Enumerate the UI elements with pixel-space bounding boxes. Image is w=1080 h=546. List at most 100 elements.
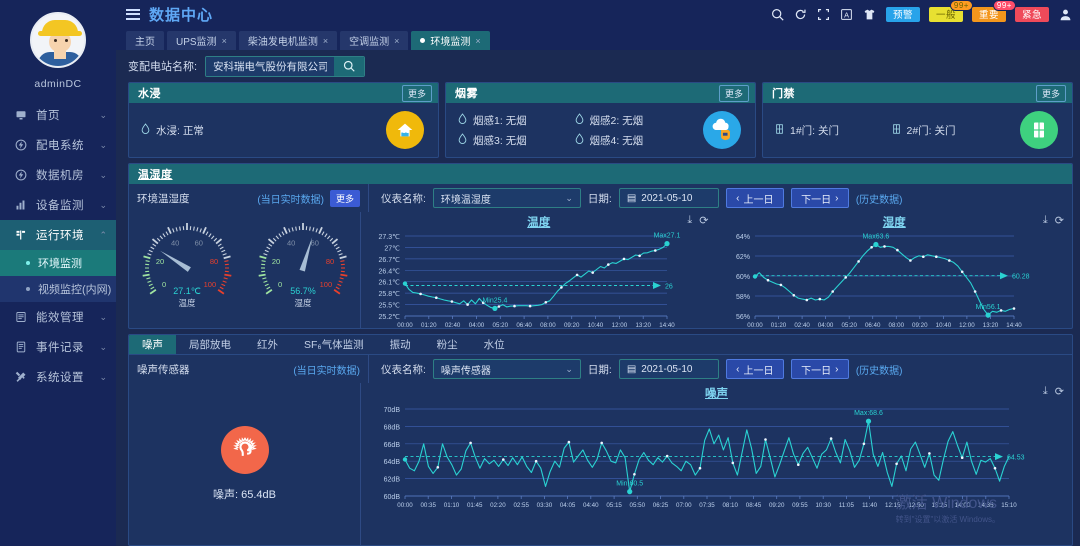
svg-text:Min56.1: Min56.1 [975, 304, 1000, 311]
panel-controls: 环境温湿度 (当日实时数据) 更多 仪表名称: 环境温湿度⌄ 日期: ▤ 202… [129, 184, 1072, 212]
refresh-icon[interactable]: ⟳ [1055, 214, 1064, 227]
drop-icon [575, 113, 584, 127]
th-charts: 温度 ⤓ ⟳ 25.2℃25.5℃25.8℃26.1℃26.4℃26.7℃27℃… [361, 212, 1072, 328]
meter-select[interactable]: 环境温湿度⌄ [433, 188, 581, 208]
download-icon[interactable]: ⤓ [1043, 214, 1048, 227]
download-icon[interactable]: ⤓ [1043, 385, 1048, 398]
download-icon[interactable]: ⤓ [687, 214, 692, 227]
badge-normal[interactable]: 一般99+ [929, 7, 963, 22]
sidebar-item-1[interactable]: 配电系统⌄ [0, 130, 116, 160]
svg-text:04:05: 04:05 [560, 502, 576, 509]
language-icon[interactable]: A [840, 7, 854, 21]
sensor-tab-5[interactable]: 粉尘 [424, 335, 471, 354]
close-icon[interactable]: × [475, 36, 480, 46]
sensor-tab-3[interactable]: SF₆气体监测 [291, 335, 377, 354]
tab-4[interactable]: 环境监测× [411, 31, 489, 50]
search-button[interactable] [334, 57, 364, 76]
sidebar-subitem-0[interactable]: 环境监测 [0, 250, 116, 276]
meter-select[interactable]: 噪声传感器⌄ [433, 359, 581, 379]
user-icon[interactable] [1058, 7, 1072, 21]
prev-day-button[interactable]: ‹ 上一日 [726, 188, 784, 208]
badge-warning[interactable]: 预警 [886, 7, 920, 22]
svg-text:64dB: 64dB [384, 459, 401, 466]
sensor-tab-4[interactable]: 振动 [377, 335, 424, 354]
svg-text:01:10: 01:10 [444, 502, 460, 509]
sidebar-item-0[interactable]: 首页⌄ [0, 100, 116, 130]
tab-3[interactable]: 空调监测× [340, 31, 408, 50]
refresh-icon[interactable] [794, 7, 808, 21]
topbar-actions: A 预警 一般99+ 重要99+ 紧急 [771, 7, 1072, 22]
sensor-tab-2[interactable]: 红外 [244, 335, 291, 354]
date-picker[interactable]: ▤ 2021-05-10 [619, 188, 719, 208]
sidebar-item-label: 数据机房 [30, 167, 99, 183]
card-item-label: 烟感2: 无烟 [590, 113, 644, 128]
svg-text:20: 20 [155, 257, 163, 266]
svg-text:Max:68.6: Max:68.6 [854, 410, 883, 417]
shirt-icon[interactable] [863, 7, 877, 21]
home-icon [12, 109, 30, 121]
search-label: 变配电站名称: [128, 58, 197, 74]
tab-label: 柴油发电机监测 [248, 33, 318, 48]
prev-day-label: 上一日 [744, 191, 774, 206]
close-icon[interactable]: × [323, 36, 328, 46]
more-button[interactable]: 更多 [719, 85, 749, 102]
prev-day-button[interactable]: ‹ 上一日 [726, 359, 784, 379]
sidebar-item-5[interactable]: 能效管理⌄ [0, 302, 116, 332]
more-button[interactable]: 更多 [1036, 85, 1066, 102]
svg-text:09:55: 09:55 [792, 502, 808, 509]
search-input[interactable] [206, 57, 334, 76]
svg-text:05:20: 05:20 [841, 322, 857, 329]
tab-0[interactable]: 主页 [126, 31, 164, 50]
chevron-icon: ⌄ [99, 170, 107, 181]
svg-text:00:00: 00:00 [397, 502, 413, 509]
sidebar-item-7[interactable]: 系统设置⌄ [0, 362, 116, 392]
refresh-icon[interactable]: ⟳ [699, 214, 708, 227]
close-icon[interactable]: × [394, 36, 399, 46]
log-icon [12, 341, 30, 353]
tab-1[interactable]: UPS监测 × [167, 31, 236, 50]
badge-urgent[interactable]: 紧急 [1015, 7, 1049, 22]
fullscreen-icon[interactable] [817, 7, 831, 21]
svg-text:64%: 64% [735, 234, 749, 241]
sidebar-item-4[interactable]: 运行环境⌃ [0, 220, 116, 250]
svg-text:27.1℃: 27.1℃ [173, 286, 201, 296]
date-picker[interactable]: ▤ 2021-05-10 [619, 359, 719, 379]
sidebar-item-2[interactable]: 数据机房⌄ [0, 160, 116, 190]
sidebar-subitem-1[interactable]: 视频监控(内网) [0, 276, 116, 302]
svg-text:25.2℃: 25.2℃ [379, 314, 401, 321]
hamburger-icon[interactable] [126, 6, 140, 22]
history-link[interactable]: (历史数据) [856, 362, 903, 377]
realtime-label[interactable]: (当日实时数据) [293, 362, 360, 377]
history-link[interactable]: (历史数据) [856, 191, 903, 206]
sidebar-subitem-label: 视频监控(内网) [38, 281, 111, 297]
settings-icon [12, 371, 30, 383]
search-icon[interactable] [771, 7, 785, 21]
svg-text:25.8℃: 25.8℃ [379, 291, 401, 298]
more-button[interactable]: 更多 [402, 85, 432, 102]
svg-text:25.5℃: 25.5℃ [379, 303, 401, 310]
sensor-tab-6[interactable]: 水位 [471, 335, 518, 354]
bullet-icon [26, 261, 30, 265]
svg-text:80: 80 [325, 257, 333, 266]
svg-text:02:55: 02:55 [513, 502, 529, 509]
sidebar-item-3[interactable]: 设备监测⌄ [0, 190, 116, 220]
tab-label: UPS监测 [176, 33, 217, 48]
svg-text:100: 100 [203, 280, 216, 289]
chevron-icon: ⌃ [99, 230, 107, 241]
panel-title: 温湿度 [138, 166, 173, 182]
tab-2[interactable]: 柴油发电机监测 × [239, 31, 337, 50]
chevron-icon: ⌄ [99, 342, 107, 353]
badge-important[interactable]: 重要99+ [972, 7, 1006, 22]
sidebar-item-6[interactable]: 事件记录⌄ [0, 332, 116, 362]
sensor-tab-1[interactable]: 局部放电 [176, 335, 244, 354]
close-icon[interactable]: × [222, 36, 227, 46]
card-item-label: 烟感4: 无烟 [590, 133, 644, 148]
date-label: 日期: [588, 191, 612, 206]
next-day-button[interactable]: 下一日 › [791, 359, 849, 379]
realtime-label[interactable]: (当日实时数据) [257, 191, 324, 206]
sensor-tab-0[interactable]: 噪声 [129, 335, 176, 354]
refresh-icon[interactable]: ⟳ [1055, 385, 1064, 398]
noise-summary: 噪声: 65.4dB [129, 383, 361, 545]
next-day-button[interactable]: 下一日 › [791, 188, 849, 208]
more-button[interactable]: 更多 [330, 190, 360, 207]
